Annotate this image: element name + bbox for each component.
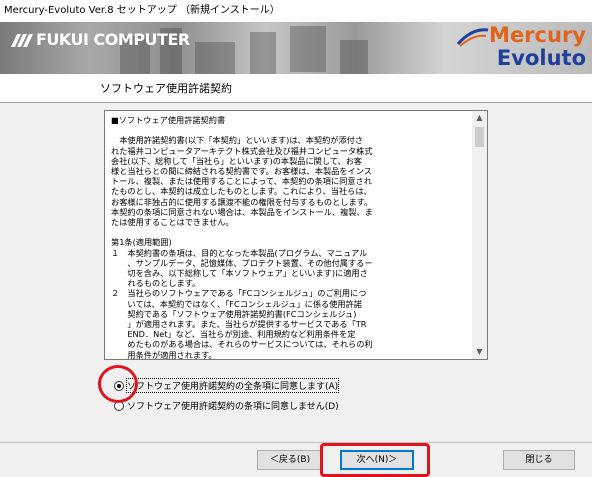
agree-label[interactable]: ソフトウェア使用許諾契約の全条項に同意します(A) (125, 378, 340, 393)
evoluto-logo-text: Evoluto (496, 46, 586, 70)
agree-option[interactable]: ソフトウェア使用許諾契約の全条項に同意します(A) (114, 378, 340, 393)
next-button[interactable]: 次へ(N)＞ (340, 450, 414, 470)
banner: FUKUI COMPUTER Mercury Evoluto (0, 22, 592, 74)
window-titlebar: Mercury-Evoluto Ver.8 セットアップ （新規インストール） (0, 0, 592, 22)
fukui-logo-text: FUKUI COMPUTER (36, 30, 190, 49)
page-title: ソフトウェア使用許諾契約 (100, 82, 232, 95)
footer-divider (0, 442, 592, 443)
mercury-swoosh-icon (456, 28, 489, 47)
mercury-logo-text: Mercury (489, 23, 586, 47)
back-button[interactable]: ＜戻る(B) (257, 450, 323, 470)
scroll-down-icon[interactable]: ▼ (472, 345, 487, 359)
scroll-up-icon[interactable]: ▲ (472, 111, 487, 125)
window-title: Mercury-Evoluto Ver.8 セットアップ （新規インストール） (4, 5, 280, 16)
disagree-radio[interactable] (114, 400, 124, 411)
heading-area: ソフトウェア使用許諾契約 (0, 74, 592, 102)
disagree-option[interactable]: ソフトウェア使用許諾契約の条項に同意しません(D) (114, 399, 339, 412)
license-text: ■ソフトウェア使用許諾契約書 本使用許諾契約書(以下「本契約」といいます)は、本… (111, 115, 373, 360)
fukui-computer-logo: FUKUI COMPUTER (10, 30, 190, 49)
license-scrollbar[interactable]: ▲ ▼ (472, 111, 487, 359)
agree-radio[interactable] (114, 380, 124, 391)
mercury-evoluto-logo: Mercury Evoluto (489, 24, 586, 69)
license-textbox[interactable]: ■ソフトウェア使用許諾契約書 本使用許諾契約書(以下「本契約」といいます)は、本… (104, 110, 488, 360)
fukui-mark-icon (10, 32, 34, 48)
disagree-label[interactable]: ソフトウェア使用許諾契約の条項に同意しません(D) (127, 399, 339, 412)
scroll-thumb[interactable] (475, 127, 484, 147)
close-button[interactable]: 閉じる (503, 450, 575, 470)
heading-divider (0, 102, 592, 103)
